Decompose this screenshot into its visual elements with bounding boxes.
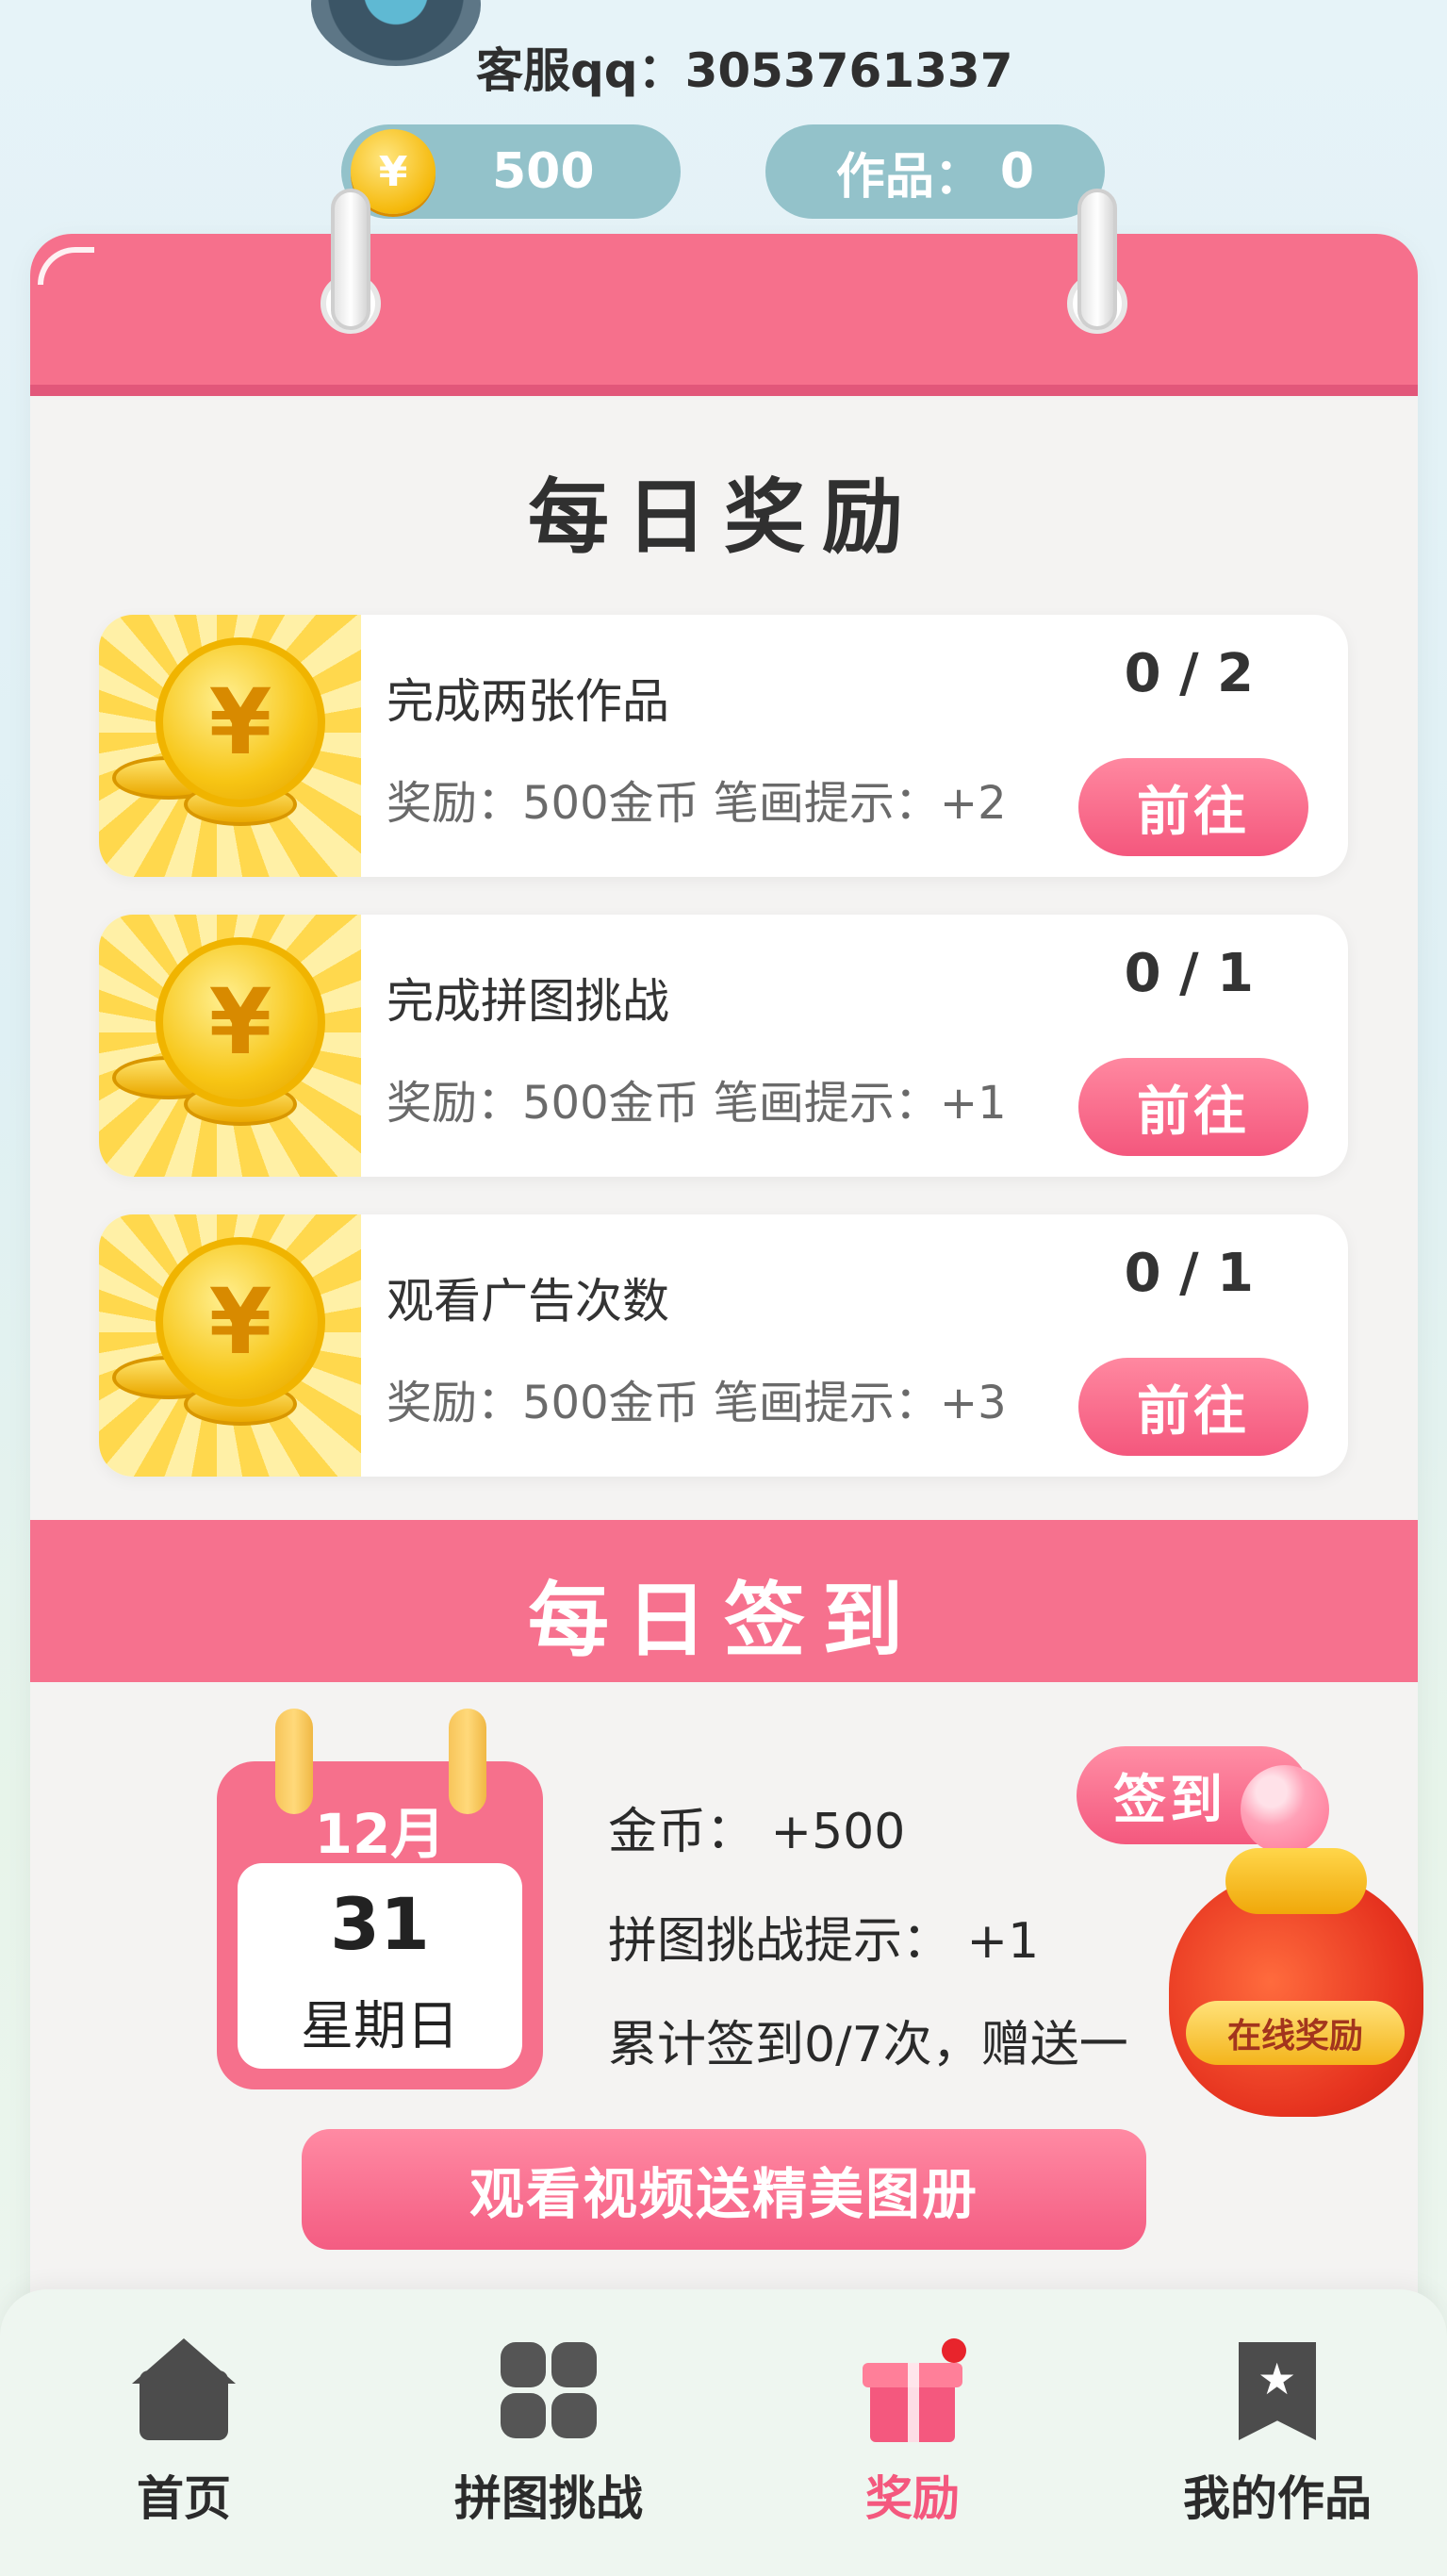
service-qq-text: 客服qq：3053761337 (476, 43, 1013, 98)
task-row: ¥ 完成拼图挑战 奖励：500金币 笔画提示：+1 0 / 1 前往 (99, 915, 1348, 1177)
calendar-month: 12月 (314, 1802, 446, 1866)
task-reward: 奖励：500金币 笔画提示：+2 (386, 777, 1007, 830)
calendar-weekday: 星期日 (301, 1996, 459, 2057)
task-row: ¥ 观看广告次数 奖励：500金币 笔画提示：+3 0 / 1 前往 (99, 1214, 1348, 1477)
signin-cumulative: 累计签到0/7次，赠送一 (608, 2017, 1128, 2073)
go-button[interactable]: 前往 (1078, 1058, 1308, 1156)
coin-count: 500 (492, 143, 595, 200)
avatar[interactable] (311, 0, 481, 66)
binder-ring-left (331, 189, 370, 330)
notification-dot (942, 2338, 966, 2363)
works-count: 0 (999, 143, 1035, 200)
coin-reward-art: ¥ (99, 915, 361, 1177)
yuan-coin-icon: ¥ (156, 637, 325, 807)
nav-home[interactable]: 首页 (42, 2338, 325, 2555)
works-count-pill: 作品： 0 (765, 124, 1105, 219)
watch-video-button[interactable]: 观看视频送精美图册 (302, 2129, 1146, 2250)
calendar-header-band (30, 234, 1418, 396)
go-button[interactable]: 前往 (1078, 758, 1308, 856)
task-progress: 0 / 2 (1124, 643, 1254, 704)
signin-coins: 金币： +500 (608, 1804, 906, 1860)
task-progress: 0 / 1 (1124, 943, 1254, 1004)
nav-label: 首页 (137, 2471, 231, 2526)
calendar-day: 31 (330, 1882, 430, 1966)
task-progress: 0 / 1 (1124, 1243, 1254, 1304)
nav-label: 奖励 (865, 2471, 960, 2526)
task-name: 完成拼图挑战 (386, 974, 669, 1029)
nav-puzzle-challenge[interactable]: 拼图挑战 (407, 2338, 690, 2555)
task-reward: 奖励：500金币 笔画提示：+1 (386, 1077, 1007, 1130)
go-button[interactable]: 前往 (1078, 1358, 1308, 1456)
home-icon (132, 2338, 236, 2442)
yuan-coin-icon: ¥ (156, 937, 325, 1107)
signin-puzzle-hint: 拼图挑战提示： +1 (608, 1913, 1040, 1970)
bag-knot (1225, 1848, 1367, 1914)
works-label: 作品： (835, 148, 983, 206)
task-row: ¥ 完成两张作品 奖励：500金币 笔画提示：+2 0 / 2 前往 (99, 615, 1348, 877)
grid-icon (497, 2338, 600, 2442)
nav-label: 我的作品 (1183, 2471, 1372, 2526)
coin-reward-art: ¥ (99, 1214, 361, 1477)
gift-icon (861, 2338, 966, 2442)
daily-signin-title: 每日签到 (528, 1574, 920, 1668)
task-reward: 奖励：500金币 笔画提示：+3 (386, 1377, 1007, 1429)
nav-rewards[interactable]: 奖励 (771, 2338, 1054, 2555)
binder-ring-right (1077, 189, 1117, 330)
yuan-coin-icon: ¥ (156, 1237, 325, 1407)
nav-label: 拼图挑战 (454, 2471, 643, 2526)
task-name: 观看广告次数 (386, 1274, 669, 1329)
task-name: 完成两张作品 (386, 674, 669, 729)
bubble-icon (1241, 1765, 1329, 1854)
coin-reward-art: ¥ (99, 615, 361, 877)
bookmark-star-icon: ★ (1225, 2338, 1329, 2442)
nav-my-works[interactable]: ★ 我的作品 (1136, 2338, 1419, 2555)
online-reward-label[interactable]: 在线奖励 (1186, 2001, 1405, 2065)
daily-reward-title: 每日奖励 (528, 471, 920, 565)
